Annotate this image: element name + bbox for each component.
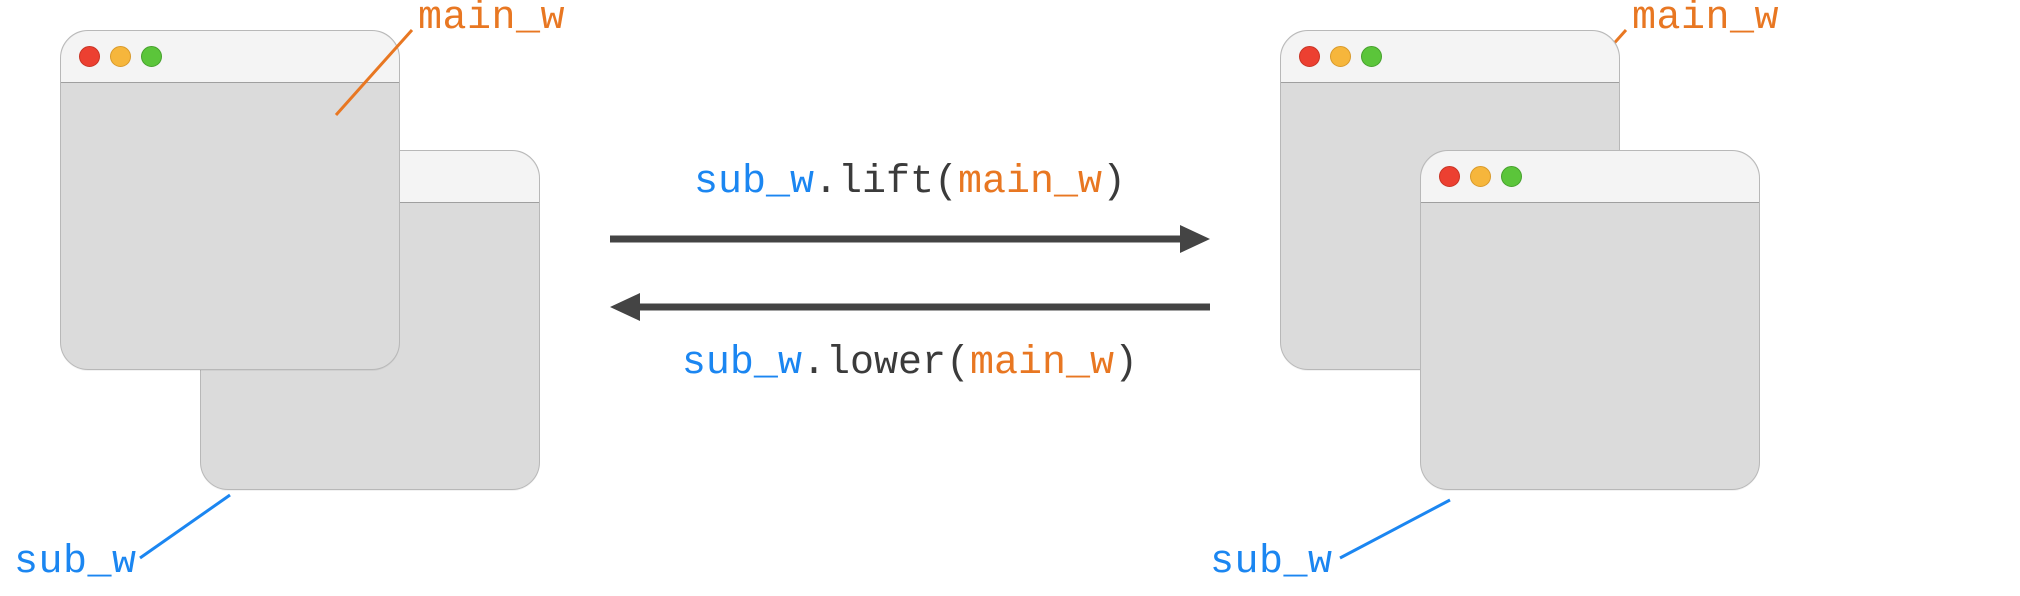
zoom-dot-icon (1501, 166, 1522, 187)
main-window-left (60, 30, 400, 370)
arrow-left-icon (600, 287, 1220, 327)
close-dot-icon (1439, 166, 1460, 187)
sub-window-right (1420, 150, 1760, 490)
main-w-label-left: main_w (418, 0, 565, 41)
code-obj: sub_w (694, 160, 814, 205)
titlebar (1421, 151, 1759, 203)
lower-code: sub_w.lower(main_w) (600, 341, 1220, 386)
close-dot-icon (79, 46, 100, 67)
titlebar (1281, 31, 1619, 83)
close-dot-icon (1299, 46, 1320, 67)
right-stage (1280, 30, 1760, 550)
code-method: lower (826, 341, 946, 386)
sub-w-label-left: sub_w (14, 540, 137, 585)
zoom-dot-icon (1361, 46, 1382, 67)
minimize-dot-icon (1470, 166, 1491, 187)
code-open: ( (946, 341, 970, 386)
sub-w-label-right: sub_w (1210, 540, 1333, 585)
code-close: ) (1102, 160, 1126, 205)
zoom-dot-icon (141, 46, 162, 67)
code-dot: . (802, 341, 826, 386)
minimize-dot-icon (1330, 46, 1351, 67)
code-dot: . (814, 160, 838, 205)
main-w-label-right: main_w (1632, 0, 1779, 41)
code-arg: main_w (958, 160, 1102, 205)
code-arg: main_w (970, 341, 1114, 386)
code-close: ) (1114, 341, 1138, 386)
center-transition: sub_w.lift(main_w) sub_w.lower(main_w) (600, 160, 1220, 386)
left-stage (60, 30, 540, 550)
arrow-right-icon (600, 219, 1220, 259)
minimize-dot-icon (110, 46, 131, 67)
code-obj: sub_w (682, 341, 802, 386)
titlebar (61, 31, 399, 83)
lift-code: sub_w.lift(main_w) (600, 160, 1220, 205)
code-open: ( (934, 160, 958, 205)
code-method: lift (838, 160, 934, 205)
